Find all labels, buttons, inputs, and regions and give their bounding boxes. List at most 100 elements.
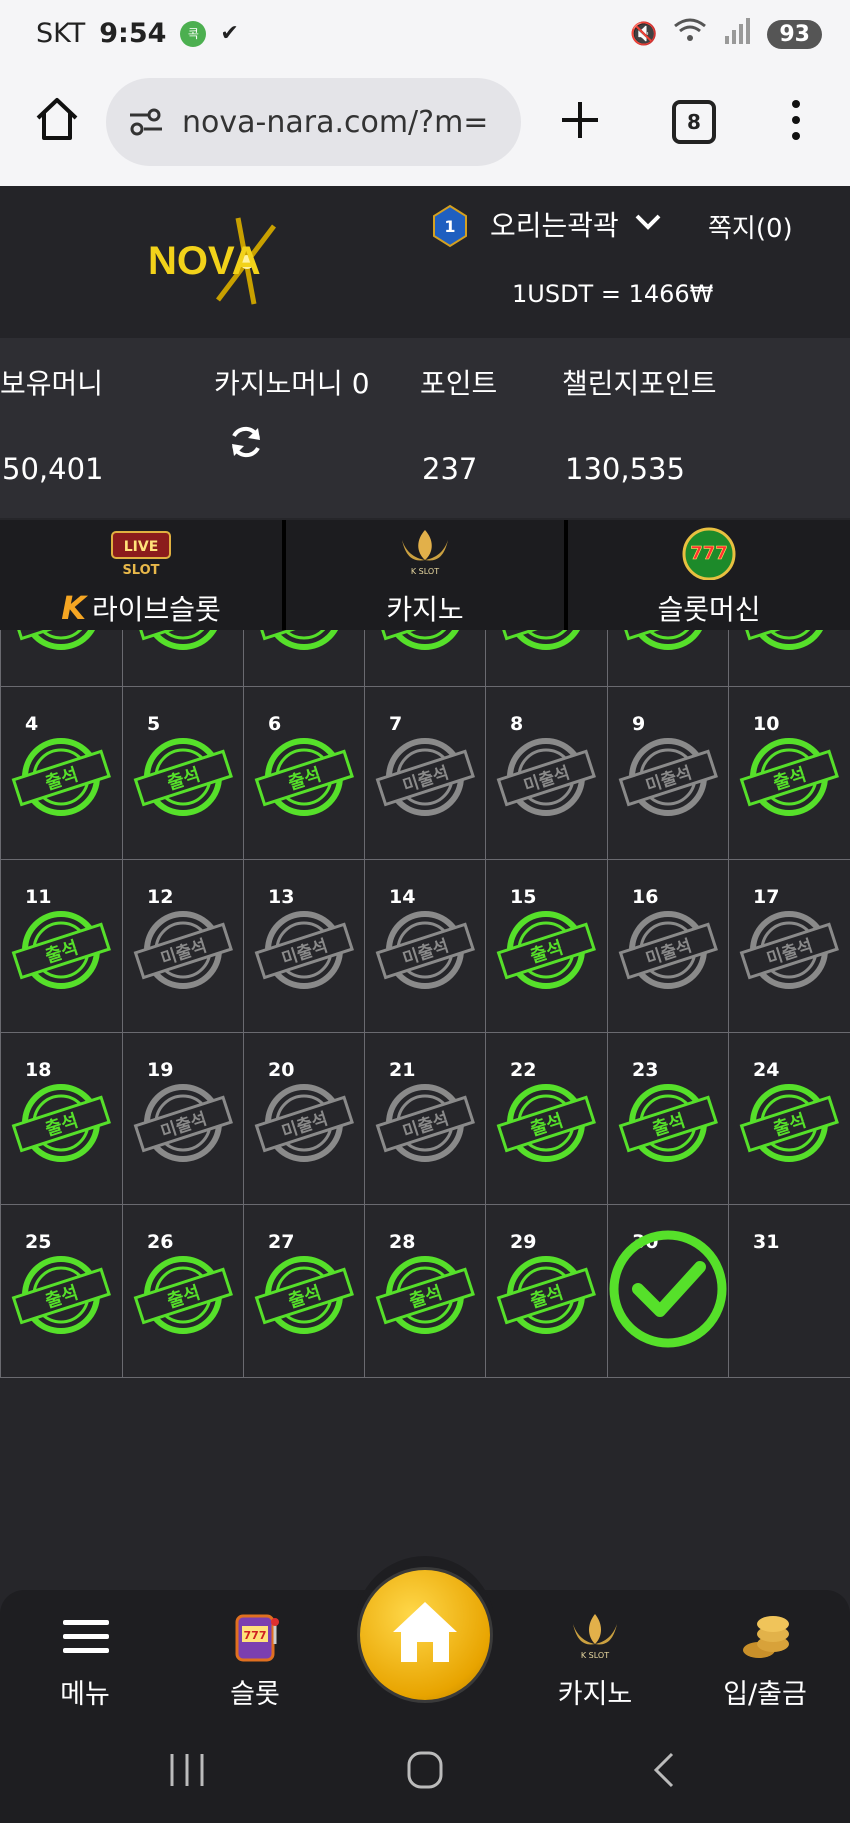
calendar-day-cell: 24 출석 [728,1032,850,1206]
home-icon[interactable] [32,94,82,144]
new-tab-icon[interactable] [558,98,602,142]
absent-stamp-icon: 미출석 [618,738,718,816]
attended-stamp-icon: 출석 [496,1256,596,1334]
address-bar[interactable]: nova-nara.com/?m= [106,78,521,166]
calendar-day-cell: 출석 [122,630,244,694]
status-bar: SKT 9:54 콕 ✔ 🔇 93 [0,0,850,68]
attended-stamp-icon: 출석 [11,738,111,816]
absent-stamp-icon: 미출석 [254,1084,354,1162]
attended-stamp-icon: 출석 [11,1084,111,1162]
calendar-day-cell: 23 출석 [607,1032,729,1206]
calendar-day-cell: 20 미출석 [243,1032,365,1206]
absent-stamp-icon: 미출석 [133,911,233,989]
svg-text:K SLOT: K SLOT [581,1651,609,1660]
calendar-day-cell: 25 출석 [0,1204,123,1378]
k-slot-icon: K SLOT [402,530,448,576]
calendar-day-cell: 26 출석 [122,1204,244,1378]
attended-stamp-icon: 출석 [133,630,233,650]
category-live-slot[interactable]: LIVE SLOT K 라이브슬롯 [0,520,282,630]
attended-stamp-icon: 출석 [11,911,111,989]
attended-stamp-icon: 출석 [254,738,354,816]
site-header: NOVA 1 오리는곽곽 쪽지(0) 1USDT = 1466₩ [0,186,850,338]
calendar-day-cell: 19 미출석 [122,1032,244,1206]
777-slots-icon: 777 [682,527,736,580]
category-label: 라이브슬롯 [91,593,221,626]
back-icon[interactable] [640,1750,690,1790]
absent-stamp-icon: 미출석 [375,911,475,989]
logo-text: NOVA [148,239,261,283]
mute-icon: 🔇 [629,21,658,47]
absent-stamp-icon: 미출석 [375,1084,475,1162]
nav-casino[interactable]: K SLOT 카지노 [530,1590,660,1720]
live-slot-icon: LIVE SLOT [111,531,171,578]
calendar-day-cell: 28 출석 [364,1204,486,1378]
nav-label: 슬롯 [230,1679,280,1710]
calendar-day-cell: 17 미출석 [728,859,850,1033]
svg-text:1: 1 [444,217,455,236]
attended-stamp-icon: 출석 [375,630,475,650]
site-settings-icon[interactable] [126,102,166,142]
coins-icon [743,1616,789,1658]
calendar-day-cell: 7 미출석 [364,686,486,860]
attended-stamp-icon: 출석 [254,630,354,650]
attended-stamp-icon: 출석 [739,738,839,816]
messages-link[interactable]: 쪽지(0) [708,208,793,245]
refresh-icon[interactable] [228,424,264,460]
nav-slot[interactable]: 777 슬롯 [190,1590,320,1720]
tab-switcher-button[interactable]: 8 [672,100,716,144]
calendar-day-cell: 4 출석 [0,686,123,860]
calendar-day-cell: 21 미출석 [364,1032,486,1206]
absent-stamp-icon: 미출석 [133,1084,233,1162]
nav-menu[interactable]: 메뉴 [20,1590,150,1720]
calendar-day-cell: 출석 [485,630,608,694]
k-slot-icon: K SLOT [573,1614,617,1660]
url-text[interactable]: nova-nara.com/?m= [182,105,488,140]
recent-apps-icon[interactable] [162,1750,212,1790]
chevron-down-icon[interactable] [634,212,662,232]
username-dropdown[interactable]: 오리는곽곽 [490,204,619,244]
calendar-day-cell: 16 미출석 [607,859,729,1033]
casino-money-label: 카지노머니 0 [214,367,370,400]
system-home-icon[interactable] [400,1750,450,1790]
calendar-day-cell: 출석 [728,630,850,694]
day-number: 31 [753,1231,780,1253]
k-logo-icon: K [61,589,86,627]
attendance-calendar: 출석출석출석출석출석출석출석4출석5출석6출석7미출석8미출석9미출석10출석1… [0,630,850,1378]
calendar-day-cell: 22 출석 [485,1032,608,1206]
attended-stamp-icon: 출석 [496,1084,596,1162]
hamburger-icon [63,1620,109,1653]
home-button[interactable] [360,1570,490,1700]
attended-stamp-icon: 출석 [375,1256,475,1334]
svg-text:777: 777 [690,543,728,564]
absent-stamp-icon: 미출석 [254,911,354,989]
nav-deposit-withdraw[interactable]: 입/출금 [700,1590,830,1720]
category-slot-machine[interactable]: 777 슬롯머신 [568,520,850,630]
calendar-day-cell: 29 출석 [485,1204,608,1378]
app-notification-icon: 콕 [180,20,207,47]
absent-stamp-icon: 미출석 [496,738,596,816]
nova-logo[interactable]: NOVA [146,216,316,306]
balance-panel: 보유머니 50,401 카지노머니 0 포인트 237 챌린지포인트 130,5… [0,338,850,518]
calendar-day-cell: 27 출석 [243,1204,365,1378]
carrier-label: SKT [36,18,86,49]
attended-stamp-icon: 출석 [11,1256,111,1334]
nav-label: 카지노 [557,1679,633,1710]
home-icon [393,1602,457,1662]
holding-money-value: 50,401 [2,452,104,486]
absent-stamp-icon: 미출석 [618,911,718,989]
calendar-day-cell: 14 미출석 [364,859,486,1033]
level-badge-icon: 1 [433,204,467,248]
attended-stamp-icon: 출석 [739,630,839,650]
calendar-day-cell: 출석 [243,630,365,694]
calendar-day-cell: 출석 [364,630,486,694]
point-label: 포인트 [420,367,498,400]
calendar-day-cell: 11 출석 [0,859,123,1033]
more-options-icon[interactable] [786,98,806,142]
category-casino[interactable]: K SLOT 카지노 [286,520,564,630]
calendar-day-cell: 15 출석 [485,859,608,1033]
battery-indicator: 93 [767,19,822,49]
attended-stamp-icon: 출석 [254,1256,354,1334]
calendar-day-cell: 출석 [607,630,729,694]
attended-stamp-icon: 출석 [133,1256,233,1334]
clock: 9:54 [99,18,167,49]
